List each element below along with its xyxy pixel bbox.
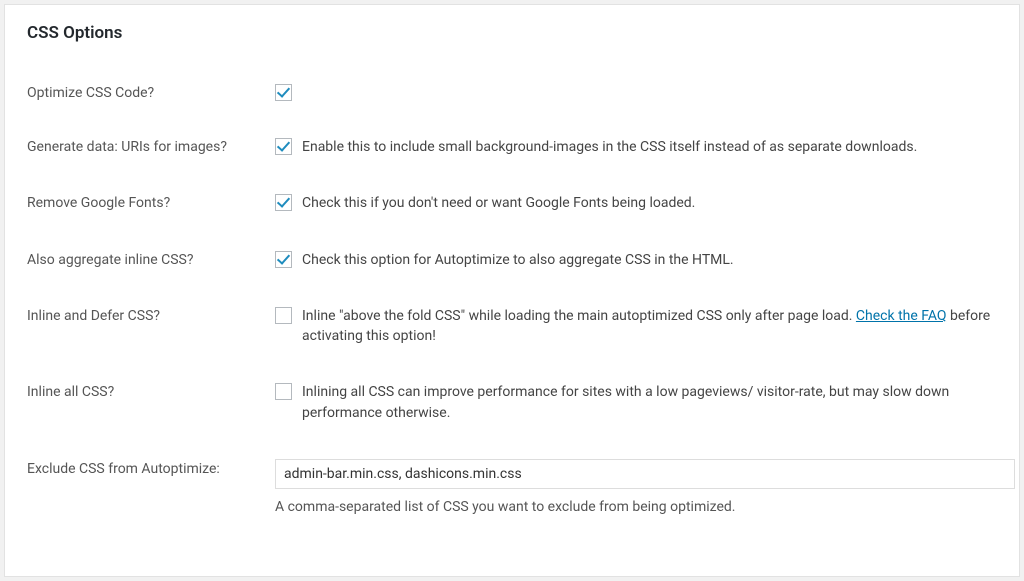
- row-exclude-css: Exclude CSS from Autoptimize: A comma-se…: [27, 441, 997, 533]
- row-remove-gfonts: Remove Google Fonts? Check this if you d…: [27, 175, 997, 231]
- row-data-uris: Generate data: URIs for images? Enable t…: [27, 119, 997, 175]
- row-optimize-css: Optimize CSS Code?: [27, 65, 997, 119]
- row-inline-defer: Inline and Defer CSS? Inline "above the …: [27, 288, 997, 365]
- checkbox-remove-gfonts[interactable]: [275, 194, 292, 211]
- label-optimize-css: Optimize CSS Code?: [27, 83, 275, 101]
- desc-data-uris: Enable this to include small background-…: [302, 137, 917, 157]
- label-inline-all: Inline all CSS?: [27, 382, 275, 400]
- checkbox-data-uris[interactable]: [275, 138, 292, 155]
- desc-inline-all: Inlining all CSS can improve performance…: [302, 382, 997, 423]
- row-inline-all: Inline all CSS? Inlining all CSS can imp…: [27, 364, 997, 441]
- exclude-css-input[interactable]: [275, 459, 1015, 489]
- label-exclude-css: Exclude CSS from Autoptimize:: [27, 459, 275, 477]
- css-options-panel: CSS Options Optimize CSS Code? Generate …: [4, 4, 1020, 577]
- link-check-faq[interactable]: Check the FAQ: [856, 308, 947, 324]
- desc-remove-gfonts: Check this if you don't need or want Goo…: [302, 193, 695, 213]
- label-aggregate-inline: Also aggregate inline CSS?: [27, 250, 275, 268]
- checkbox-aggregate-inline[interactable]: [275, 251, 292, 268]
- help-exclude-css: A comma-separated list of CSS you want t…: [275, 499, 735, 515]
- desc-inline-defer-pre: Inline "above the fold CSS" while loadin…: [302, 308, 856, 324]
- row-aggregate-inline: Also aggregate inline CSS? Check this op…: [27, 232, 997, 288]
- checkbox-inline-defer[interactable]: [275, 307, 292, 324]
- checkbox-inline-all[interactable]: [275, 383, 292, 400]
- section-title: CSS Options: [27, 23, 997, 43]
- label-remove-gfonts: Remove Google Fonts?: [27, 193, 275, 211]
- desc-aggregate-inline: Check this option for Autoptimize to als…: [302, 250, 734, 270]
- label-data-uris: Generate data: URIs for images?: [27, 137, 275, 155]
- label-inline-defer: Inline and Defer CSS?: [27, 306, 275, 324]
- desc-inline-defer: Inline "above the fold CSS" while loadin…: [302, 306, 997, 347]
- checkbox-optimize-css[interactable]: [275, 84, 292, 101]
